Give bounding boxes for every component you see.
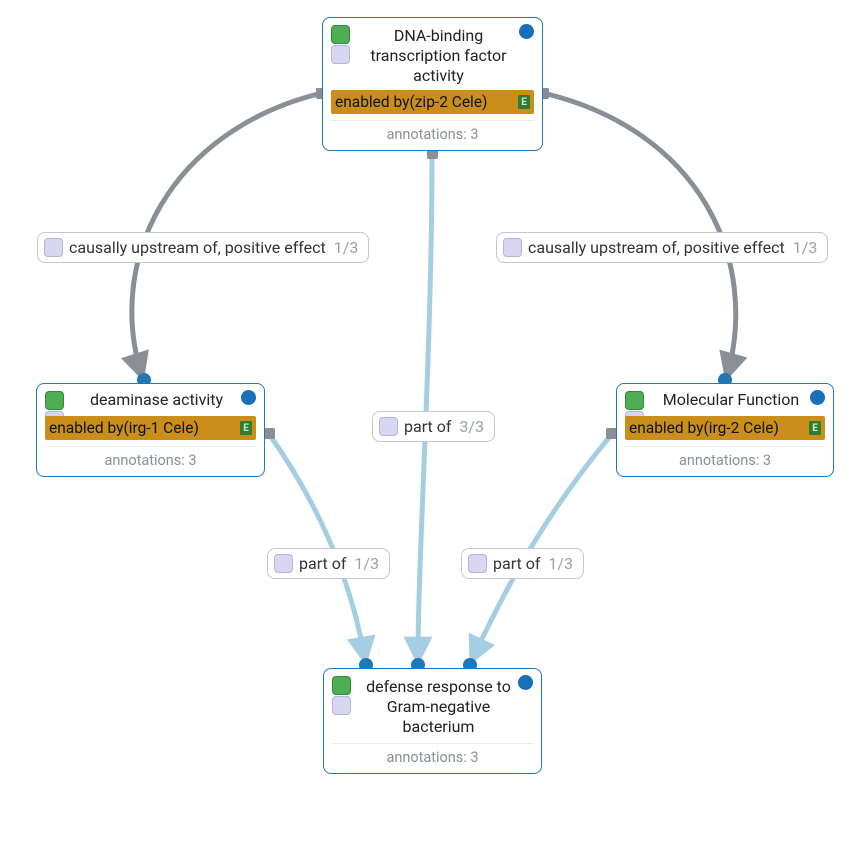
annotations-row[interactable]: annotations: 3 — [45, 446, 256, 472]
edge-part-left[interactable] — [269, 434, 365, 660]
node-title: Molecular Function — [653, 390, 809, 410]
edge-part-center[interactable] — [418, 155, 432, 660]
corner-dot-icon — [518, 675, 533, 690]
badge-green-icon — [625, 391, 644, 410]
edge-label-part-left[interactable]: part of 1/3 — [267, 548, 390, 579]
badge-lavender-icon — [332, 696, 351, 715]
badge-lavender-icon — [379, 417, 398, 436]
enabled-by-row[interactable]: enabled by(irg-2 Cele) E — [625, 416, 825, 440]
evidence-badge-icon: E — [240, 421, 252, 435]
edge-label-part-center[interactable]: part of 3/3 — [372, 411, 495, 442]
node-dna-binding[interactable]: DNA-binding transcription factor activit… — [322, 17, 543, 151]
node-title: deaminase activity — [73, 390, 240, 410]
badge-lavender-icon — [331, 45, 350, 64]
enabled-by-text: enabled by(irg-1 Cele) — [49, 419, 199, 437]
badge-green-icon — [331, 25, 350, 44]
node-molecular-function[interactable]: Molecular Function enabled by(irg-2 Cele… — [616, 383, 834, 477]
corner-dot-icon — [241, 390, 256, 405]
badge-green-icon — [332, 676, 351, 695]
edge-label-text: causally upstream of, positive effect — [69, 238, 326, 257]
node-deaminase[interactable]: deaminase activity enabled by(irg-1 Cele… — [36, 383, 265, 477]
edge-label-upstream-right[interactable]: causally upstream of, positive effect 1/… — [496, 232, 828, 263]
edge-label-count: 1/3 — [548, 554, 573, 573]
edge-label-upstream-left[interactable]: causally upstream of, positive effect 1/… — [37, 232, 369, 263]
edge-label-text: causally upstream of, positive effect — [528, 238, 785, 257]
badge-lavender-icon — [468, 554, 487, 573]
corner-dot-icon — [810, 390, 825, 405]
node-title: DNA-binding transcription factor activit… — [359, 26, 518, 86]
edge-part-right[interactable] — [472, 434, 612, 660]
edge-label-count: 3/3 — [459, 417, 484, 436]
evidence-badge-icon: E — [809, 421, 821, 435]
badge-green-icon — [45, 391, 64, 410]
enabled-by-row[interactable]: enabled by(zip-2 Cele) E — [331, 90, 534, 114]
annotations-row[interactable]: annotations: 3 — [332, 743, 533, 769]
annotations-row[interactable]: annotations: 3 — [331, 120, 534, 146]
badge-lavender-icon — [274, 554, 293, 573]
badge-lavender-icon — [503, 238, 522, 257]
node-defense-response[interactable]: defense response to Gram-negative bacter… — [323, 668, 542, 774]
corner-dot-icon — [519, 24, 534, 39]
enabled-by-text: enabled by(zip-2 Cele) — [335, 93, 487, 111]
annotations-row[interactable]: annotations: 3 — [625, 446, 825, 472]
edge-label-text: part of — [404, 417, 451, 436]
edge-label-text: part of — [493, 554, 540, 573]
evidence-badge-icon: E — [518, 95, 530, 109]
node-title: defense response to Gram-negative bacter… — [360, 677, 517, 737]
edge-label-count: 1/3 — [793, 238, 818, 257]
edge-label-count: 1/3 — [354, 554, 379, 573]
edge-label-text: part of — [299, 554, 346, 573]
enabled-by-text: enabled by(irg-2 Cele) — [629, 419, 779, 437]
edge-label-count: 1/3 — [334, 238, 359, 257]
badge-lavender-icon — [44, 238, 63, 257]
enabled-by-row[interactable]: enabled by(irg-1 Cele) E — [45, 416, 256, 440]
edge-label-part-right[interactable]: part of 1/3 — [461, 548, 584, 579]
